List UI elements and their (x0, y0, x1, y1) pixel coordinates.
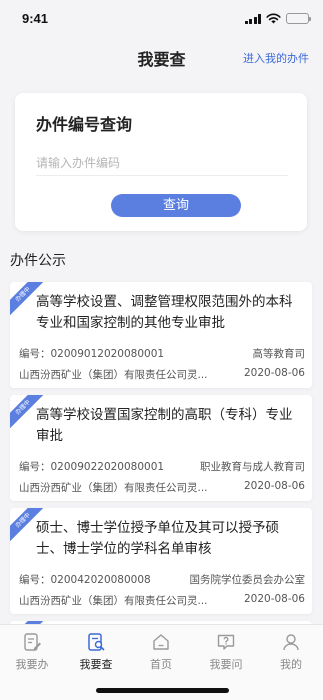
status-icons (244, 13, 311, 24)
tab-label: 我的 (280, 658, 302, 671)
record-title: 高等学校设置、调整管理权限范围外的本科专业和国家控制的其他专业审批 (36, 294, 293, 331)
question-chat-icon (217, 634, 235, 650)
record-number: 编号：02009022020080001 (19, 461, 165, 473)
record-meta-row: 编号：020042020080008 国务院学位委员会办公室 (19, 572, 305, 587)
tab-apply[interactable]: 我要办 (0, 625, 64, 675)
my-applications-link[interactable]: 进入我的办件 (243, 50, 309, 66)
record-applicant-row: 山西汾西矿业（集团）有限责任公司灵... 2020-08-06 (19, 593, 305, 608)
tab-label: 首页 (150, 658, 172, 671)
record-date: 2020-08-06 (243, 367, 305, 379)
record-department: 国务院学位委员会办公室 (189, 574, 306, 586)
record-applicant-row: 山西汾西矿业（集团）有限责任公司灵... 2020-08-06 (19, 367, 305, 382)
record-title: 高等学校设置国家控制的高职（专科）专业审批 (36, 407, 293, 444)
tab-bar: 我要办 我要查 首页 我要问 我的 (0, 624, 323, 700)
tab-home[interactable]: 首页 (129, 625, 193, 675)
record-department: 高等教育司 (252, 348, 306, 360)
record-list[interactable]: 办理中 高等学校设置、调整管理权限范围外的本科专业和国家控制的其他专业审批 编号… (0, 276, 323, 624)
record-card[interactable]: 办理中 高等学校设置国家控制的高职（专科）专业审批 编号：02009022020… (10, 395, 312, 501)
tab-label: 我要办 (15, 658, 49, 671)
record-meta-row: 编号：02009022020080001 职业教育与成人教育司 (19, 459, 305, 474)
record-applicant: 山西汾西矿业（集团）有限责任公司灵... (19, 595, 208, 607)
query-button[interactable]: 查询 (111, 194, 241, 217)
wifi-icon (266, 13, 281, 24)
query-title: 办件编号查询 (36, 115, 133, 134)
record-title: 硕士、博士学位授予单位及其可以授予硕士、博士学位的学科名单审核 (36, 520, 279, 557)
tab-label: 我要查 (79, 658, 113, 671)
battery-icon (286, 13, 311, 24)
home-icon (153, 634, 169, 650)
edit-document-icon (24, 633, 41, 651)
search-document-icon (88, 633, 105, 651)
application-number-input[interactable] (36, 150, 288, 176)
record-date: 2020-08-06 (243, 593, 305, 605)
record-meta-row: 编号：02009012020080001 高等教育司 (19, 346, 305, 361)
tab-ask[interactable]: 我要问 (194, 625, 258, 675)
tab-mine[interactable]: 我的 (259, 625, 323, 675)
status-time: 9:41 (22, 11, 49, 26)
status-bar: 9:41 (0, 0, 323, 40)
record-applicant: 山西汾西矿业（集团）有限责任公司灵... (19, 369, 208, 381)
section-title: 办件公示 (10, 253, 66, 269)
record-department: 职业教育与成人教育司 (200, 461, 305, 473)
home-indicator (96, 688, 229, 693)
nav-bar: 我要查 进入我的办件 (0, 40, 323, 76)
query-card: 办件编号查询 查询 (15, 93, 307, 231)
signal-icon (244, 13, 261, 24)
record-card[interactable]: 办理中 硕士、博士学位授予单位及其可以授予硕士、博士学位的学科名单审核 编号：0… (10, 508, 312, 614)
record-applicant-row: 山西汾西矿业（集团）有限责任公司灵... 2020-08-06 (19, 480, 305, 495)
record-card[interactable]: 办理中 高等学校设置、调整管理权限范围外的本科专业和国家控制的其他专业审批 编号… (10, 282, 312, 388)
record-applicant: 山西汾西矿业（集团）有限责任公司灵... (19, 482, 208, 494)
record-number: 编号：02009012020080001 (19, 348, 165, 360)
record-date: 2020-08-06 (243, 480, 305, 492)
tab-query[interactable]: 我要查 (64, 625, 128, 675)
record-number: 编号：020042020080008 (19, 574, 151, 586)
tab-label: 我要问 (209, 658, 243, 671)
user-icon (283, 634, 299, 651)
